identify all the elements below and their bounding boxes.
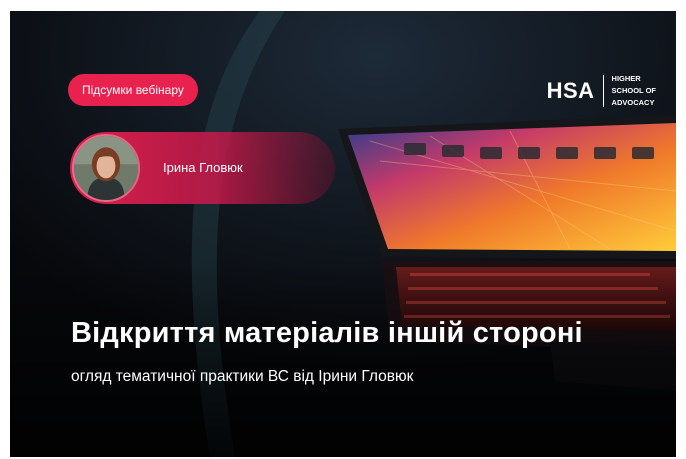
speaker-avatar: [72, 134, 140, 202]
webinar-summary-badge: Підсумки вебінару: [68, 74, 198, 106]
logo-line-2: SCHOOL OF: [611, 86, 656, 95]
logo-wordmark: HIGHER SCHOOL OF ADVOCACY: [612, 73, 656, 109]
logo-line-1: HIGHER: [611, 74, 641, 83]
webinar-banner: Підсумки вебінару HSA HIGHER SCHOOL OF A…: [10, 11, 676, 457]
speaker-pill: Ірина Гловюк: [70, 132, 335, 204]
webinar-title: Відкриття матеріалів іншій стороні: [71, 317, 583, 349]
webinar-subtitle: огляд тематичної практики ВС від Ірини Г…: [71, 368, 414, 385]
logo-mark: HSA: [546, 78, 595, 103]
speaker-photo: [74, 136, 138, 200]
hsa-logo: HSA HIGHER SCHOOL OF ADVOCACY: [547, 73, 656, 109]
logo-line-3: ADVOCACY: [611, 98, 655, 107]
speaker-name: Ірина Гловюк: [163, 160, 243, 175]
logo-divider: [602, 75, 604, 107]
